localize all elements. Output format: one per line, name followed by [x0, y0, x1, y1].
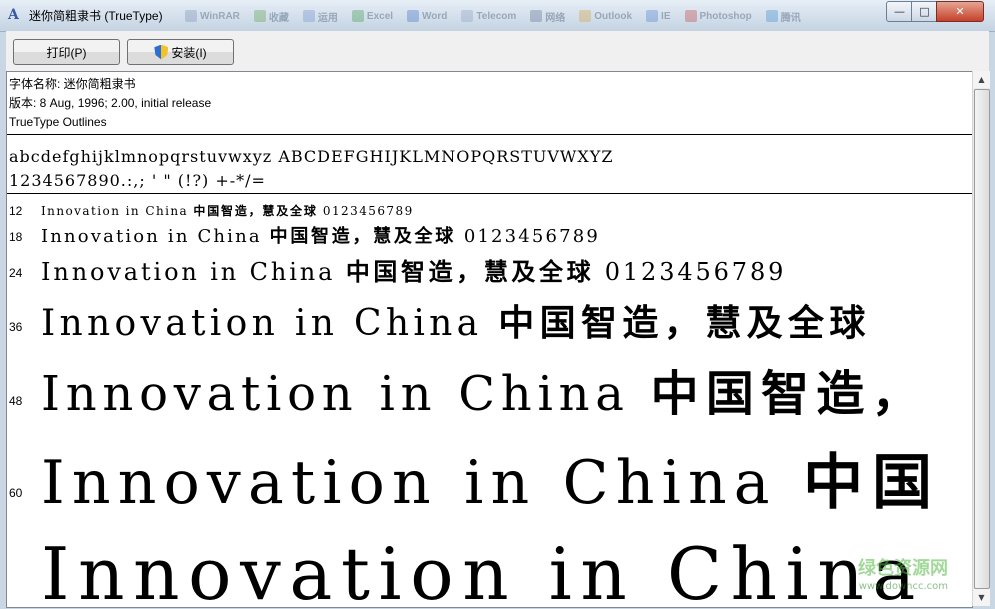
sample-text: Innovation in China 中国智造，慧及全球 0123456789	[41, 222, 600, 248]
watermark-sub: www.downcc.com	[858, 581, 948, 592]
font-viewer-icon: A	[8, 7, 19, 23]
charset-line-2: 1234567890.:,; ' " (!?) +-*/=	[9, 171, 266, 190]
sample-chinese: 中国智造，慧及全球	[345, 258, 595, 286]
window-title: 迷你简粗隶书 (TrueType)	[29, 9, 163, 23]
divider	[7, 134, 972, 135]
sample-latin: Innovation in China	[41, 532, 924, 608]
ghost-item: 运用	[302, 8, 338, 24]
ghost-item: 腾讯	[765, 8, 801, 24]
sample-text: Innovation in China 中国智造，	[41, 354, 927, 424]
chevron-up-icon: ▲	[978, 75, 985, 84]
ghost-item: 收藏	[253, 8, 289, 24]
watermark: 绿色资源网 www.downcc.com	[858, 560, 948, 596]
maximize-button[interactable]: □	[911, 1, 938, 22]
sample-chinese: 中国	[803, 448, 942, 518]
sample-latin: Innovation in China	[41, 226, 262, 247]
sample-digits: 0123456789	[604, 258, 787, 286]
print-button-label: 打印(P)	[46, 45, 87, 60]
scrollbar-thumb[interactable]	[974, 89, 990, 589]
character-set: abcdefghijklmnopqrstuvwxyz ABCDEFGHIJKLM…	[9, 145, 613, 193]
ghost-item: Telecom	[461, 8, 516, 24]
title-bar[interactable]: A 迷你简粗隶书 (TrueType) WinRAR 收藏 运用 Excel W…	[0, 0, 995, 32]
font-info: 字体名称: 迷你简粗隶书 版本: 8 Aug, 1996; 2.00, init…	[7, 72, 972, 132]
background-taskbar: WinRAR 收藏 运用 Excel Word Telecom 网络 Outlo…	[185, 8, 875, 24]
size-label: 60	[9, 486, 23, 500]
ghost-item: 网络	[530, 8, 565, 24]
sample-latin: Innovation in China	[41, 204, 189, 218]
sample-chinese: 中国智造，慧及全球	[269, 226, 456, 247]
sample-chinese: 中国智造，慧及全球	[498, 303, 871, 344]
chevron-down-icon: ▼	[978, 593, 985, 602]
minimize-button[interactable]: —	[886, 1, 913, 22]
sample-text: Innovation in China 中国智造，慧及全球	[41, 294, 871, 346]
scroll-down-button[interactable]: ▼	[973, 589, 990, 606]
ghost-item: WinRAR	[185, 8, 240, 24]
font-outlines: TrueType Outlines	[9, 115, 107, 129]
sample-text: Innovation in China 中国智造，慧及全球 0123456789	[41, 202, 414, 219]
toolbar: 打印(P) 安装(I)	[6, 31, 989, 71]
sample-latin: Innovation in China	[41, 366, 630, 422]
size-label: 12	[9, 204, 23, 218]
size-label: 48	[9, 394, 23, 408]
watermark-main: 绿色资源网	[858, 558, 948, 579]
scroll-up-button[interactable]: ▲	[973, 71, 990, 88]
size-label: 24	[9, 266, 23, 280]
charset-line-1: abcdefghijklmnopqrstuvwxyz ABCDEFGHIJKLM…	[9, 147, 614, 166]
vertical-scrollbar[interactable]: ▲ ▼	[972, 71, 990, 606]
sample-latin: Innovation in China	[41, 303, 483, 344]
sample-chinese: 中国智造，慧及全球	[193, 204, 318, 218]
sample-latin: Innovation in China	[41, 258, 336, 286]
ghost-item: Outlook	[579, 8, 632, 24]
close-icon: ✕	[955, 5, 965, 18]
size-label: 18	[9, 230, 23, 244]
close-button[interactable]: ✕	[936, 1, 984, 22]
font-version: 版本: 8 Aug, 1996; 2.00, initial release	[9, 96, 212, 110]
font-preview-pane[interactable]: 字体名称: 迷你简粗隶书 版本: 8 Aug, 1996; 2.00, init…	[6, 71, 973, 608]
uac-shield-icon	[154, 44, 169, 60]
sample-text: Innovation in China 中国智造，慧及全球 0123456789	[41, 252, 786, 287]
ghost-item: Photoshop	[684, 8, 752, 24]
ghost-item: Excel	[351, 8, 393, 24]
size-label: 36	[9, 320, 23, 334]
sample-text: Innovation in China	[41, 532, 924, 608]
maximize-icon: □	[919, 5, 930, 18]
minimize-icon: —	[894, 5, 905, 18]
ghost-item: IE	[646, 8, 671, 24]
font-name: 字体名称: 迷你简粗隶书	[9, 77, 136, 91]
sample-chinese: 中国智造，	[650, 366, 927, 422]
print-button[interactable]: 打印(P)	[13, 39, 120, 65]
ghost-item: Word	[407, 8, 447, 24]
install-button-label: 安装(I)	[171, 45, 207, 60]
sample-latin: Innovation in China	[41, 448, 777, 518]
sample-digits: 0123456789	[322, 204, 414, 218]
sample-text: Innovation in China 中国	[41, 434, 941, 521]
install-button[interactable]: 安装(I)	[127, 39, 234, 65]
sample-digits: 0123456789	[463, 226, 600, 247]
divider	[7, 193, 972, 194]
